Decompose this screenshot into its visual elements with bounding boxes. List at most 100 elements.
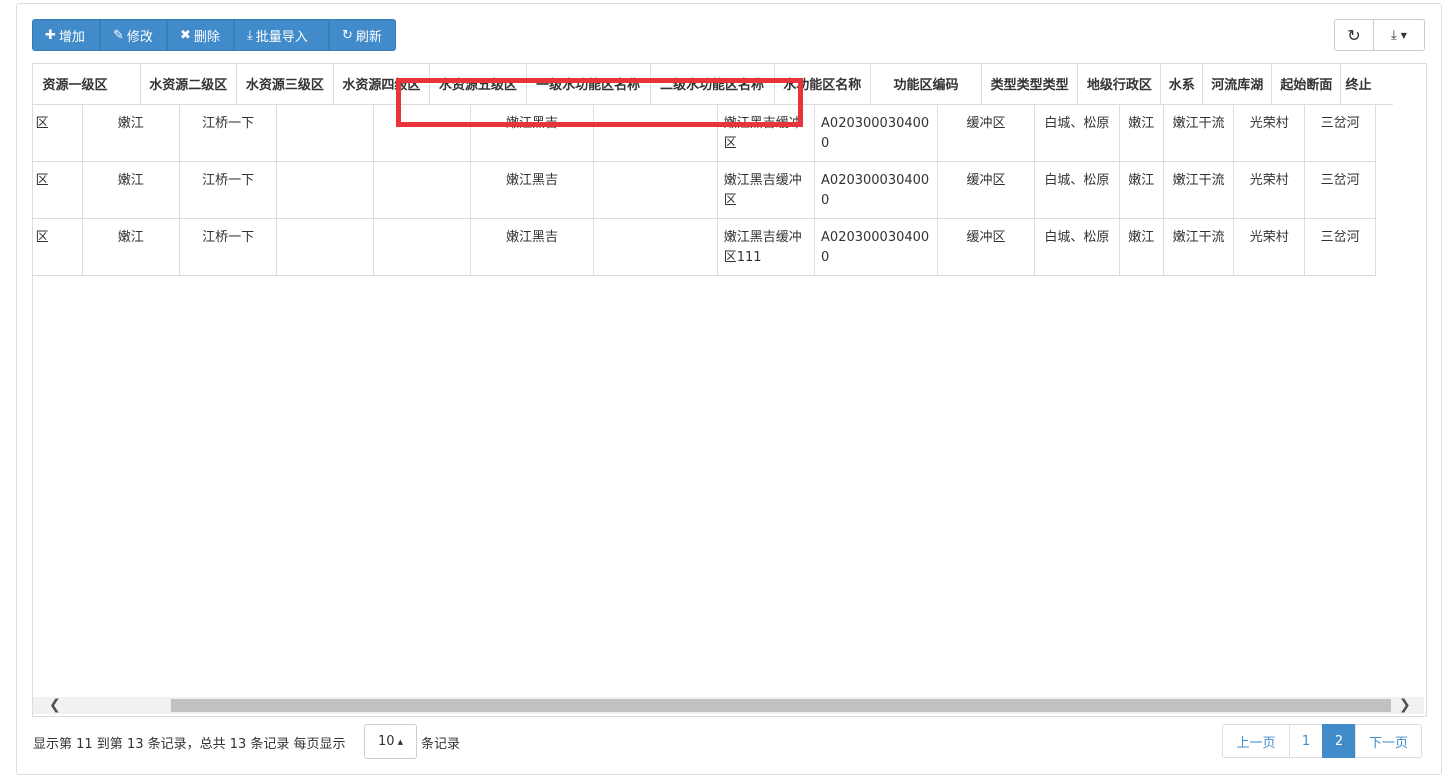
delete-label: 删除 (193, 29, 220, 45)
col-header-level3[interactable]: 水资源三级区 (236, 64, 334, 105)
col-header-level5[interactable]: 水资源五级区 (429, 64, 527, 105)
plus-icon: ✚ (45, 27, 56, 43)
prev-page-button[interactable]: 上一页 (1222, 724, 1290, 758)
next-page-button[interactable]: 下一页 (1355, 724, 1422, 758)
table-body: 区 嫩江 江桥一下 嫩江黑吉 嫩江黑吉缓冲区 A0203000304000 缓冲… (33, 104, 1376, 276)
page-button-2[interactable]: 2 (1322, 724, 1356, 758)
col-header-zone2-name[interactable]: 二级水功能区名称 (649, 64, 775, 105)
cell (372, 161, 471, 219)
table-tools: ↻ ⤓ ▼ (1334, 19, 1425, 51)
col-header-type[interactable]: 类型类型类型 (980, 64, 1078, 105)
close-icon: ✖ (180, 27, 191, 43)
cell: 嫩江黑吉缓冲区111 (716, 218, 816, 276)
col-header-zone1-name[interactable]: 一级水功能区名称 (525, 64, 651, 105)
page-button-1[interactable]: 1 (1289, 724, 1323, 758)
cell (276, 218, 374, 276)
import-button[interactable]: ⤓ 批量导入 (234, 19, 329, 51)
scroll-right-icon[interactable]: ❯ (1399, 697, 1411, 714)
pencil-icon: ✎ (113, 27, 124, 43)
cell (276, 104, 374, 162)
col-header-river[interactable]: 河流库湖 (1202, 64, 1272, 105)
cell: 白城、松原 (1034, 104, 1120, 162)
cell: 三岔河 (1304, 161, 1376, 219)
pagination: 上一页 1 2 下一页 (1222, 724, 1422, 758)
col-header-start-section[interactable]: 起始断面 (1271, 64, 1341, 105)
horizontal-scrollbar[interactable]: ❮ ❯ (33, 697, 1424, 714)
caret-down-icon: ▼ (1400, 30, 1407, 40)
col-header-level4[interactable]: 水资源四级区 (332, 64, 430, 105)
page-size-select[interactable]: 10 ▲ (364, 724, 417, 759)
col-header-level1[interactable]: 资源一级区▲▼ (33, 64, 141, 105)
col-header-level2[interactable]: 水资源二级区 (139, 64, 237, 105)
data-table: 资源一级区▲▼ 水资源二级区 水资源三级区 水资源四级区 水资源五级区 一级水功… (32, 63, 1427, 717)
cell: 区 (33, 104, 83, 162)
cell: 嫩江 (81, 104, 180, 162)
cell: 光荣村 (1233, 161, 1306, 219)
pager-info: 显示第 11 到第 13 条记录，总共 13 条记录 每页显示 (33, 737, 346, 752)
import-label: 批量导入 (255, 29, 308, 45)
cell: 嫩江黑吉 (469, 104, 595, 162)
cell: 缓冲区 (936, 104, 1036, 162)
cell: 嫩江黑吉 (469, 218, 595, 276)
cell (372, 218, 471, 276)
export-button[interactable]: ⤓ ▼ (1374, 19, 1425, 51)
cell (593, 161, 718, 219)
col-header-city[interactable]: 地级行政区 (1077, 64, 1161, 105)
edit-button[interactable]: ✎ 修改 (100, 19, 167, 51)
col-header-zone-name[interactable]: 水功能区名称 (773, 64, 871, 105)
page-size-value: 10 (378, 734, 395, 749)
refresh-icon: ↻ (342, 27, 353, 43)
cell: 缓冲区 (936, 161, 1036, 219)
col-header-end-section[interactable]: 终止 (1340, 64, 1393, 105)
cell: 江桥一下 (178, 218, 278, 276)
refresh-button[interactable]: ↻ 刷新 (329, 19, 396, 51)
cell: 嫩江 (1118, 218, 1164, 276)
cell: 嫩江干流 (1162, 161, 1235, 219)
cell: 嫩江 (81, 218, 180, 276)
cell: 嫩江 (1118, 161, 1164, 219)
edit-label: 修改 (126, 29, 153, 45)
cell (372, 104, 471, 162)
cell: 嫩江干流 (1162, 104, 1235, 162)
table-header: 资源一级区▲▼ 水资源二级区 水资源三级区 水资源四级区 水资源五级区 一级水功… (33, 64, 1393, 105)
export-icon: ⤓ (1391, 27, 1397, 43)
col-header-zone-code[interactable]: 功能区编码 (870, 64, 982, 105)
import-icon: ⤓ (247, 27, 253, 43)
cell (593, 218, 718, 276)
cell: 区 (33, 161, 83, 219)
add-button[interactable]: ✚ 增加 (32, 19, 100, 51)
table-row[interactable]: 区 嫩江 江桥一下 嫩江黑吉 嫩江黑吉缓冲区111 A0203000304000… (33, 218, 1376, 276)
reload-button[interactable]: ↻ (1334, 19, 1374, 51)
cell: 光荣村 (1233, 104, 1306, 162)
cell: 三岔河 (1304, 218, 1376, 276)
scrollbar-thumb[interactable] (171, 699, 1391, 712)
cell: 白城、松原 (1034, 218, 1120, 276)
refresh-label: 刷新 (355, 29, 382, 45)
cell: A0203000304000 (814, 104, 938, 162)
cell (276, 161, 374, 219)
cell: 嫩江黑吉缓冲区 (716, 161, 816, 219)
cell: 嫩江干流 (1162, 218, 1235, 276)
delete-button[interactable]: ✖ 删除 (167, 19, 234, 51)
cell: A0203000304000 (814, 161, 938, 219)
cell: 嫩江黑吉缓冲区 (716, 104, 816, 162)
toolbar: ✚ 增加 ✎ 修改 ✖ 删除 ⤓ 批量导入 ↻ 刷新 (32, 19, 396, 51)
cell: 缓冲区 (936, 218, 1036, 276)
cell: 江桥一下 (178, 104, 278, 162)
cell: 三岔河 (1304, 104, 1376, 162)
cell (593, 104, 718, 162)
cell: 白城、松原 (1034, 161, 1120, 219)
cell: 嫩江黑吉 (469, 161, 595, 219)
table-row[interactable]: 区 嫩江 江桥一下 嫩江黑吉 嫩江黑吉缓冲区 A0203000304000 缓冲… (33, 104, 1376, 162)
cell: 江桥一下 (178, 161, 278, 219)
reload-icon: ↻ (1347, 25, 1361, 45)
cell: 光荣村 (1233, 218, 1306, 276)
cell: 区 (33, 218, 83, 276)
scroll-left-icon[interactable]: ❮ (49, 697, 61, 714)
col-header-river-system[interactable]: 水系 (1160, 64, 1203, 105)
cell: A0203000304000 (814, 218, 938, 276)
cell: 嫩江 (1118, 104, 1164, 162)
col-header-label: 资源一级区 (42, 78, 108, 94)
caret-up-icon: ▲ (397, 737, 403, 746)
table-row[interactable]: 区 嫩江 江桥一下 嫩江黑吉 嫩江黑吉缓冲区 A0203000304000 缓冲… (33, 161, 1376, 219)
